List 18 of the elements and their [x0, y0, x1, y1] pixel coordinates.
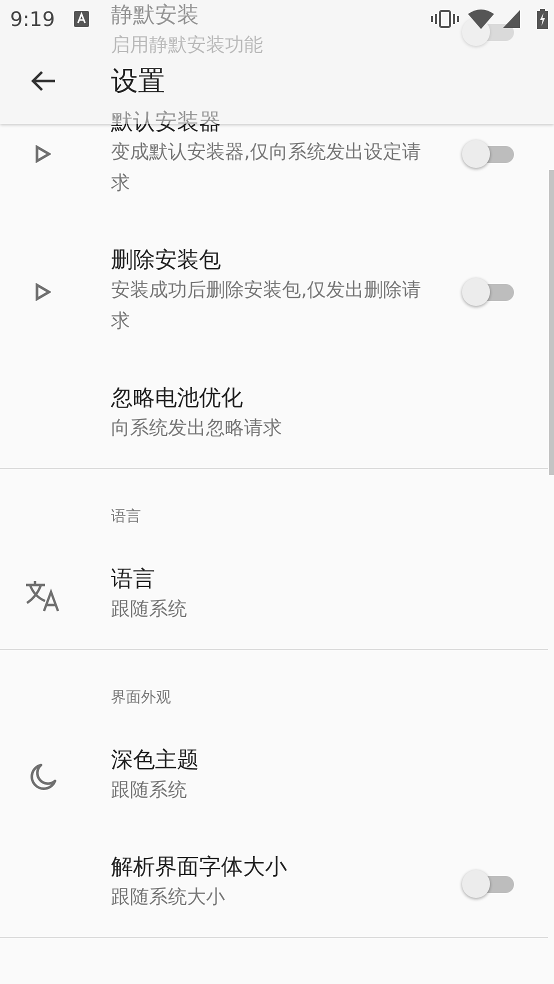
category-label: 界面外观 — [110, 687, 172, 708]
item-summary: 启用静默安装功能 — [111, 33, 264, 58]
item-summary: 跟随系统 — [111, 778, 188, 803]
status-time: 9:19 — [10, 7, 55, 31]
item-summary: 安装成功后删除安装包,仅发出删除请求 — [111, 278, 422, 334]
category-label: 语言 — [110, 506, 142, 527]
item-title: 静默安装 — [111, 2, 200, 30]
item-title: 默认安装器 — [111, 109, 222, 137]
item-title: 删除安装包 — [111, 247, 222, 275]
item-title: 忽略电池优化 — [111, 385, 244, 413]
item-title: 语言 — [111, 566, 156, 594]
item-title: 解析界面字体大小 — [111, 854, 288, 882]
item-summary: 跟随系统大小 — [111, 885, 226, 910]
item-summary: 跟随系统 — [111, 597, 188, 622]
item-summary: 变成默认安装器,仅向系统发出设定请求 — [111, 140, 422, 196]
item-title: 深色主题 — [111, 747, 200, 775]
item-summary: 向系统发出忽略请求 — [111, 416, 283, 441]
screen-title: 设置 — [111, 65, 165, 99]
